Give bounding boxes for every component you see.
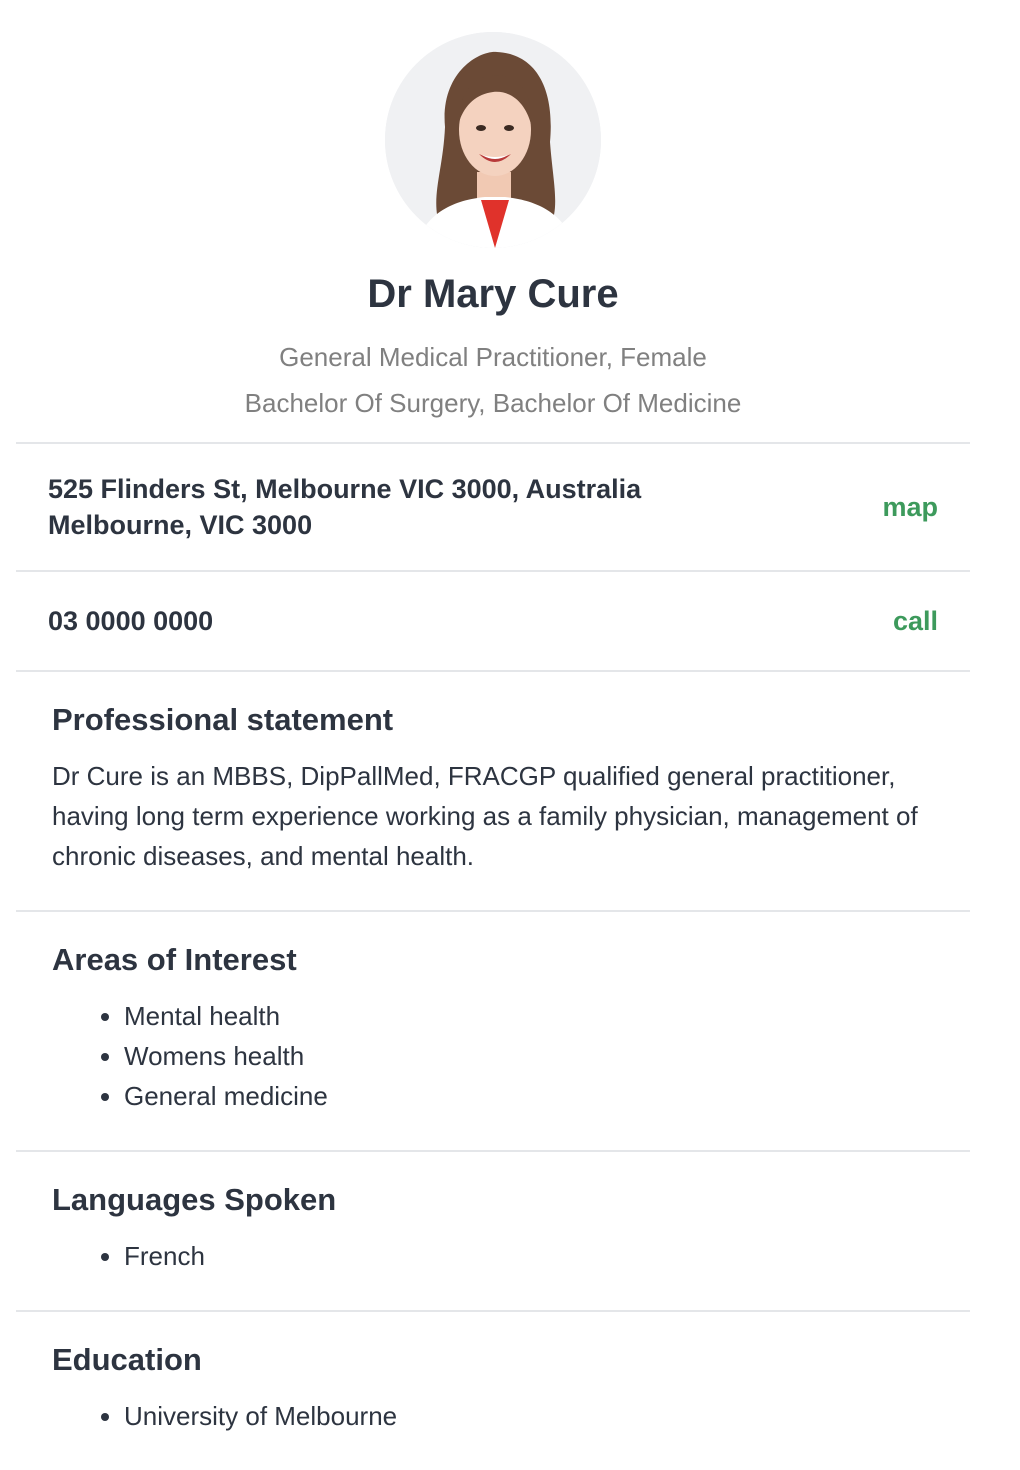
education-section: Education University of Melbourne [16,1310,970,1470]
address-line-2: Melbourne, VIC 3000 [48,510,313,540]
map-link[interactable]: map [882,492,938,523]
list-item: Womens health [124,1036,934,1076]
call-link[interactable]: call [893,606,938,637]
avatar [385,32,601,248]
specialty-line: General Medical Practitioner, Female [279,342,707,372]
qualifications-line: Bachelor Of Surgery, Bachelor Of Medicin… [244,388,742,418]
profile-header: Dr Mary Cure General Medical Practitione… [0,0,986,426]
list-item: General medicine [124,1076,934,1116]
professional-statement-text: Dr Cure is an MBBS, DipPallMed, FRACGP q… [52,761,918,871]
section-title: Areas of Interest [52,942,297,977]
education-list: University of Melbourne [52,1396,934,1436]
list-item: University of Melbourne [124,1396,934,1436]
phone-section: 03 0000 0000 call [16,570,970,670]
address-text: 525 Flinders St, Melbourne VIC 3000, Aus… [48,471,641,543]
areas-of-interest-section: Areas of Interest Mental health Womens h… [16,910,970,1150]
section-title: Languages Spoken [52,1182,337,1217]
section-title: Education [52,1342,202,1377]
address-section: 525 Flinders St, Melbourne VIC 3000, Aus… [16,442,970,570]
professional-statement-section: Professional statement Dr Cure is an MBB… [16,670,970,910]
phone-number: 03 0000 0000 [48,605,214,636]
section-title: Professional statement [52,702,394,737]
doctor-photo [385,32,601,248]
languages-list: French [52,1236,934,1276]
areas-of-interest-list: Mental health Womens health General medi… [52,996,934,1116]
list-item: French [124,1236,934,1276]
list-item: Mental health [124,996,934,1036]
doctor-name: Dr Mary Cure [367,272,619,316]
address-line-1: 525 Flinders St, Melbourne VIC 3000, Aus… [48,474,642,504]
languages-section: Languages Spoken French [16,1150,970,1310]
doctor-subtitle: General Medical Practitioner, Female Bac… [0,334,986,426]
